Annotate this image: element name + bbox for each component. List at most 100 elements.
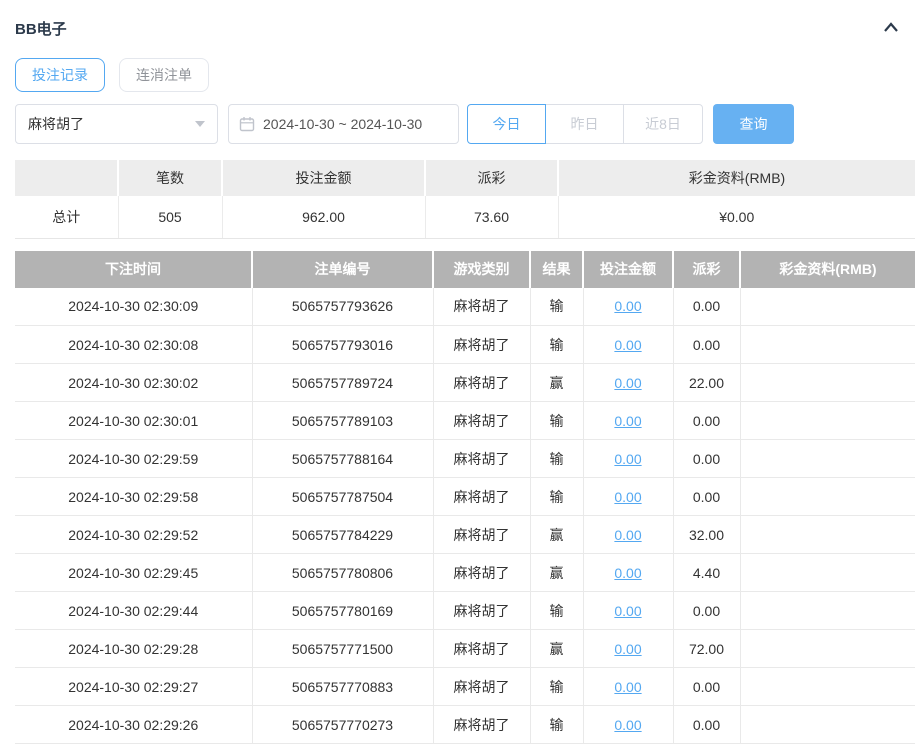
quick-filter-last8days[interactable]: 近8日 bbox=[623, 104, 703, 144]
payout-cell: 0.00 bbox=[673, 287, 741, 326]
bet-amount-link[interactable]: 0.00 bbox=[614, 489, 641, 505]
order-number-cell: 5065757793626 bbox=[252, 287, 434, 326]
panel-header: BB电子 bbox=[15, 12, 915, 44]
summary-header-jackpot: 彩金资料(RMB) bbox=[558, 160, 915, 196]
records-header-jackpot: 彩金资料(RMB) bbox=[740, 250, 915, 288]
summary-total-jackpot: ¥0.00 bbox=[558, 196, 915, 239]
game-type-cell: 麻将胡了 bbox=[433, 401, 531, 440]
calendar-icon bbox=[239, 117, 255, 132]
bet-amount-link[interactable]: 0.00 bbox=[614, 413, 641, 429]
jackpot-cell bbox=[740, 515, 915, 554]
records-row: 2024-10-30 02:29:28 5065757771500 麻将胡了 赢… bbox=[15, 629, 915, 668]
jackpot-cell bbox=[740, 705, 915, 744]
quick-filter-today[interactable]: 今日 bbox=[467, 104, 546, 144]
result-cell: 赢 bbox=[530, 515, 584, 554]
date-range-picker[interactable]: 2024-10-30 ~ 2024-10-30 bbox=[228, 104, 459, 144]
bet-amount-cell: 0.00 bbox=[583, 629, 674, 668]
records-header-game-type: 游戏类别 bbox=[433, 250, 531, 288]
records-row: 2024-10-30 02:30:08 5065757793016 麻将胡了 输… bbox=[15, 325, 915, 364]
jackpot-cell bbox=[740, 477, 915, 516]
bet-amount-link[interactable]: 0.00 bbox=[614, 565, 641, 581]
bet-time-cell: 2024-10-30 02:29:28 bbox=[15, 629, 253, 668]
bet-amount-cell: 0.00 bbox=[583, 553, 674, 592]
order-number-cell: 5065757789103 bbox=[252, 401, 434, 440]
records-row: 2024-10-30 02:29:58 5065757787504 麻将胡了 输… bbox=[15, 477, 915, 516]
game-type-cell: 麻将胡了 bbox=[433, 553, 531, 592]
result-cell: 输 bbox=[530, 401, 584, 440]
summary-header-empty bbox=[15, 160, 119, 196]
bet-amount-link[interactable]: 0.00 bbox=[614, 641, 641, 657]
bet-amount-link[interactable]: 0.00 bbox=[614, 679, 641, 695]
bet-amount-link[interactable]: 0.00 bbox=[614, 451, 641, 467]
bet-amount-cell: 0.00 bbox=[583, 363, 674, 402]
game-type-cell: 麻将胡了 bbox=[433, 667, 531, 706]
bet-amount-link[interactable]: 0.00 bbox=[614, 603, 641, 619]
summary-table: 笔数 投注金额 派彩 彩金资料(RMB) 总计 505 962.00 73.60… bbox=[15, 160, 915, 239]
bb-games-panel: BB电子 投注记录 连消注单 麻将胡了 2024-10-30 ~ 2024-10… bbox=[0, 0, 915, 744]
game-type-cell: 麻将胡了 bbox=[433, 591, 531, 630]
jackpot-cell bbox=[740, 287, 915, 326]
bet-time-cell: 2024-10-30 02:29:27 bbox=[15, 667, 253, 706]
payout-cell: 0.00 bbox=[673, 401, 741, 440]
summary-total-payout: 73.60 bbox=[425, 196, 559, 239]
bet-amount-cell: 0.00 bbox=[583, 325, 674, 364]
chevron-up-icon bbox=[884, 22, 898, 32]
chevron-down-icon bbox=[195, 121, 205, 127]
tab-bet-records[interactable]: 投注记录 bbox=[15, 58, 105, 92]
order-number-cell: 5065757780806 bbox=[252, 553, 434, 592]
order-number-cell: 5065757771500 bbox=[252, 629, 434, 668]
summary-total-count: 505 bbox=[118, 196, 223, 239]
bet-time-cell: 2024-10-30 02:29:26 bbox=[15, 705, 253, 744]
bet-amount-link[interactable]: 0.00 bbox=[614, 375, 641, 391]
order-number-cell: 5065757793016 bbox=[252, 325, 434, 364]
jackpot-cell bbox=[740, 629, 915, 668]
bet-amount-link[interactable]: 0.00 bbox=[614, 298, 641, 314]
tab-bar: 投注记录 连消注单 bbox=[15, 58, 915, 92]
records-row: 2024-10-30 02:29:44 5065757780169 麻将胡了 输… bbox=[15, 591, 915, 630]
jackpot-cell bbox=[740, 401, 915, 440]
search-button[interactable]: 查询 bbox=[713, 104, 794, 144]
bet-time-cell: 2024-10-30 02:30:08 bbox=[15, 325, 253, 364]
quick-filter-yesterday[interactable]: 昨日 bbox=[545, 104, 624, 144]
quick-filter-group: 今日 昨日 近8日 bbox=[467, 104, 703, 144]
payout-cell: 22.00 bbox=[673, 363, 741, 402]
records-row: 2024-10-30 02:29:26 5065757770273 麻将胡了 输… bbox=[15, 705, 915, 744]
bet-time-cell: 2024-10-30 02:30:02 bbox=[15, 363, 253, 402]
payout-cell: 0.00 bbox=[673, 325, 741, 364]
collapse-button[interactable] bbox=[879, 16, 903, 40]
payout-cell: 0.00 bbox=[673, 667, 741, 706]
result-cell: 输 bbox=[530, 667, 584, 706]
result-cell: 输 bbox=[530, 439, 584, 478]
bet-amount-link[interactable]: 0.00 bbox=[614, 717, 641, 733]
game-type-cell: 麻将胡了 bbox=[433, 477, 531, 516]
tab-cancelled-orders[interactable]: 连消注单 bbox=[119, 58, 209, 92]
result-cell: 输 bbox=[530, 287, 584, 326]
records-table: 下注时间 注单编号 游戏类别 结果 投注金额 派彩 彩金资料(RMB) 2024… bbox=[15, 250, 915, 744]
game-select[interactable]: 麻将胡了 bbox=[15, 104, 218, 144]
bet-amount-cell: 0.00 bbox=[583, 401, 674, 440]
order-number-cell: 5065757784229 bbox=[252, 515, 434, 554]
records-header-order-number: 注单编号 bbox=[252, 250, 434, 288]
bet-amount-link[interactable]: 0.00 bbox=[614, 527, 641, 543]
bet-time-cell: 2024-10-30 02:30:01 bbox=[15, 401, 253, 440]
result-cell: 赢 bbox=[530, 629, 584, 668]
bet-time-cell: 2024-10-30 02:30:09 bbox=[15, 287, 253, 326]
bet-amount-link[interactable]: 0.00 bbox=[614, 337, 641, 353]
summary-header-row: 笔数 投注金额 派彩 彩金资料(RMB) bbox=[15, 160, 915, 196]
jackpot-cell bbox=[740, 667, 915, 706]
bet-time-cell: 2024-10-30 02:29:58 bbox=[15, 477, 253, 516]
records-row: 2024-10-30 02:30:01 5065757789103 麻将胡了 输… bbox=[15, 401, 915, 440]
records-header-row: 下注时间 注单编号 游戏类别 结果 投注金额 派彩 彩金资料(RMB) bbox=[15, 250, 915, 288]
payout-cell: 32.00 bbox=[673, 515, 741, 554]
records-row: 2024-10-30 02:29:27 5065757770883 麻将胡了 输… bbox=[15, 667, 915, 706]
result-cell: 输 bbox=[530, 325, 584, 364]
records-header-bet-amount: 投注金额 bbox=[583, 250, 674, 288]
payout-cell: 4.40 bbox=[673, 553, 741, 592]
records-row: 2024-10-30 02:29:52 5065757784229 麻将胡了 赢… bbox=[15, 515, 915, 554]
result-cell: 输 bbox=[530, 705, 584, 744]
game-type-cell: 麻将胡了 bbox=[433, 515, 531, 554]
bet-amount-cell: 0.00 bbox=[583, 439, 674, 478]
filter-bar: 麻将胡了 2024-10-30 ~ 2024-10-30 今日 昨日 近8日 查… bbox=[15, 104, 915, 144]
summary-header-bet-amount: 投注金额 bbox=[222, 160, 426, 196]
date-range-value: 2024-10-30 ~ 2024-10-30 bbox=[263, 116, 423, 132]
